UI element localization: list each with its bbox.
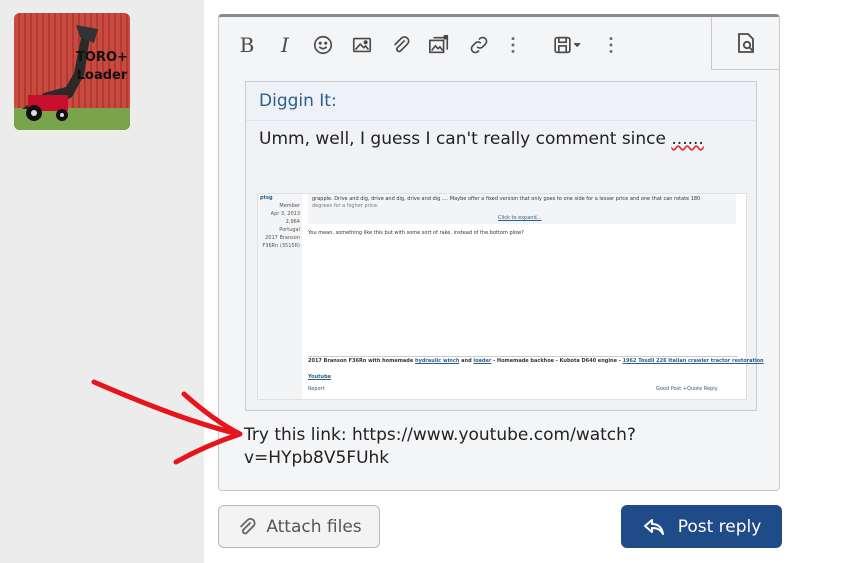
embedded-posts: 2,964 [285, 219, 300, 225]
bold-button[interactable]: B [235, 33, 259, 57]
embedded-sig-link1: hydraulic winch [415, 358, 460, 364]
attach-files-button[interactable]: Attach files [218, 505, 380, 548]
more-vertical-icon [511, 37, 515, 53]
paperclip-icon [240, 517, 256, 534]
embedded-sig-link2: loader [473, 358, 492, 364]
italic-button[interactable]: I [273, 33, 297, 57]
embedded-reply-text: You mean, something like this but with s… [308, 230, 524, 236]
embedded-expand-link: Click to expand... [498, 215, 542, 221]
reply-editor[interactable]: B I Diggin It: Umm, well, I guess I can'… [218, 14, 780, 491]
smile-icon [313, 35, 333, 55]
reply-line-1: Try this link: https://www.youtube.com/w… [244, 425, 636, 445]
avatar-logo-text: TORO+ Loader [76, 50, 128, 83]
embedded-forum-screenshot: ptsg Member Apr 3, 2013 2,964 Portugal 2… [257, 193, 764, 400]
reply-icon [643, 518, 664, 535]
quote-text-dots: ...... [671, 129, 704, 149]
italic-icon: I [281, 33, 289, 57]
red-arrow-annotation [91, 379, 243, 465]
embedded-signature: 2017 Branson F36Rn with homemade hydraul… [308, 358, 764, 365]
avatar[interactable]: TORO+ Loader [14, 13, 130, 130]
save-draft-icon [554, 36, 581, 54]
paperclip-icon [393, 36, 410, 53]
more-options-button[interactable] [501, 33, 525, 57]
sidebar: TORO+ Loader [0, 0, 204, 563]
embedded-tractor1: 2017 Branson [265, 235, 300, 241]
embedded-sig-and: and [459, 358, 474, 364]
reply-text[interactable]: Try this link: https://www.youtube.com/w… [244, 424, 674, 470]
insert-image-button[interactable] [350, 33, 374, 57]
quote-header: Diggin It: [246, 82, 756, 121]
embedded-username: ptsg [260, 195, 273, 201]
image-icon [352, 37, 372, 53]
more-options-button-2[interactable] [599, 33, 623, 57]
bold-icon: B [239, 33, 255, 57]
quote-text-main: Umm, well, I guess I can't really commen… [259, 129, 672, 149]
link-icon [470, 36, 488, 54]
quote-author[interactable]: Diggin It: [259, 91, 337, 111]
emoji-button[interactable] [311, 33, 335, 57]
embedded-role: Member [279, 203, 300, 209]
reply-line-2: v=HYpb8V5FUhk [244, 448, 390, 468]
media-gallery-icon [429, 35, 449, 54]
attach-button[interactable] [389, 33, 413, 57]
editor-toolbar: B I [219, 17, 779, 70]
embedded-report-link: Report [308, 386, 325, 392]
save-draft-dropdown[interactable] [551, 33, 585, 57]
embedded-quote-line1: grapple. Drive and dig, drive and dig, d… [312, 196, 701, 202]
embedded-signature-rule [308, 356, 738, 357]
post-reply-label: Post reply [677, 516, 762, 537]
embedded-quote-line2: degrees for a higher price. [312, 203, 379, 209]
quote-block[interactable]: Diggin It: Umm, well, I guess I can't re… [245, 81, 764, 411]
preview-button[interactable] [711, 17, 779, 70]
insert-media-button[interactable] [427, 33, 451, 57]
preview-icon [737, 33, 754, 53]
embedded-sig-prefix: 2017 Branson F36Rn with homemade [308, 358, 416, 364]
insert-link-button[interactable] [467, 33, 491, 57]
embedded-sig-rest: - Homemade backhoe - Kubota D640 engine … [491, 358, 623, 364]
quote-text: Umm, well, I guess I can't really commen… [259, 129, 704, 149]
embedded-youtube-link: Youtube [308, 374, 332, 380]
embedded-location: Portugal [279, 227, 300, 233]
embedded-user-info: ptsg Member Apr 3, 2013 2,964 Portugal 2… [258, 194, 302, 399]
embedded-post-actions: Good Post +Quote Reply [656, 386, 718, 392]
embedded-sig-link3: 1962 Tosdli 226 Italian crawler tractor … [622, 358, 764, 364]
attach-files-label: Attach files [266, 516, 362, 537]
post-reply-button[interactable]: Post reply [621, 505, 782, 548]
embedded-joined: Apr 3, 2013 [270, 211, 300, 217]
more-vertical-icon [609, 37, 613, 53]
embedded-tractor2: F36Rn (3515R) [262, 243, 300, 249]
